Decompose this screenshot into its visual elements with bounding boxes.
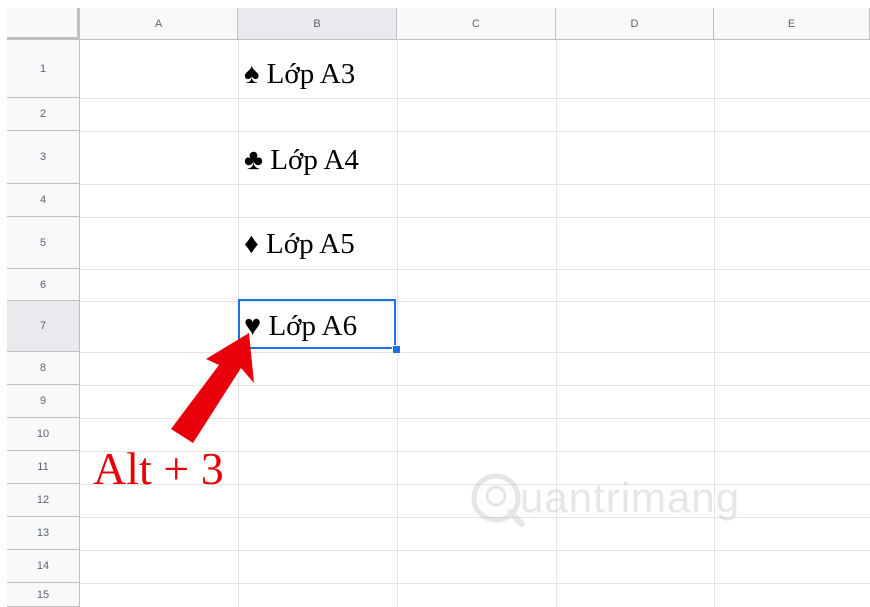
arrow-icon bbox=[171, 333, 254, 443]
watermark-text: uantrimang bbox=[520, 474, 741, 521]
annotation-label: Alt + 3 bbox=[93, 443, 224, 494]
watermark-logo-icon bbox=[471, 473, 525, 527]
